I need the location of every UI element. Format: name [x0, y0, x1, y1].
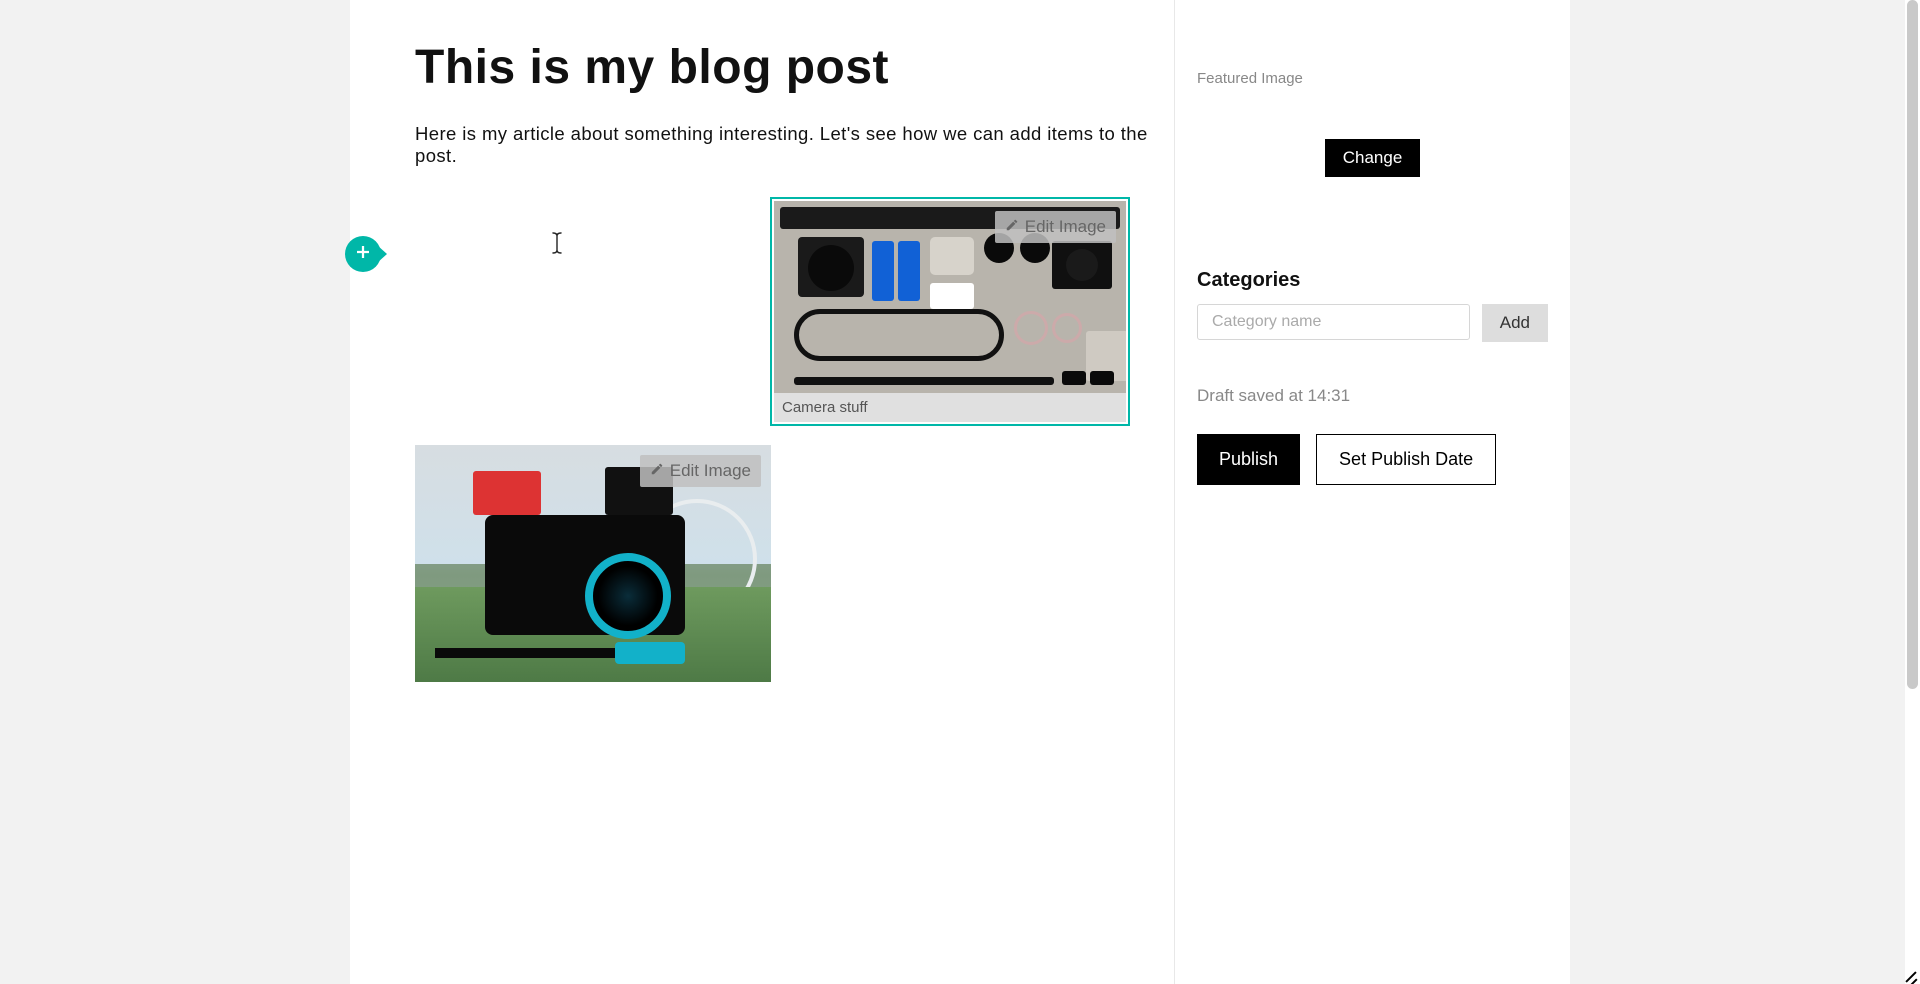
category-name-input[interactable] — [1197, 304, 1470, 340]
publish-button[interactable]: Publish — [1197, 434, 1300, 485]
main-content-column: This is my blog post Here is my article … — [350, 0, 1175, 984]
scrollbar-track[interactable] — [1905, 0, 1920, 984]
add-category-button[interactable]: Add — [1482, 304, 1548, 342]
editor-panel: This is my blog post Here is my article … — [350, 0, 1570, 984]
post-body-paragraph[interactable]: Here is my article about something inter… — [415, 123, 1174, 167]
edit-image-label: Edit Image — [670, 461, 751, 481]
change-featured-image-button[interactable]: Change — [1325, 139, 1421, 177]
sidebar: Featured Image Change Categories Add Dra… — [1175, 0, 1570, 984]
pencil-icon — [1005, 217, 1019, 237]
image-block-camera-rig[interactable]: Edit Image — [415, 445, 771, 682]
image-block-selected[interactable]: Edit Image Camera stuff — [770, 197, 1130, 426]
plus-icon — [354, 243, 372, 266]
edit-image-button[interactable]: Edit Image — [640, 455, 761, 487]
featured-image-label: Featured Image — [1197, 70, 1548, 87]
post-title[interactable]: This is my blog post — [415, 40, 1174, 95]
draft-saved-status: Draft saved at 14:31 — [1197, 386, 1548, 406]
set-publish-date-button[interactable]: Set Publish Date — [1316, 434, 1496, 485]
add-block-button[interactable] — [345, 236, 381, 272]
scrollbar-thumb[interactable] — [1907, 0, 1918, 689]
content-edit-area[interactable]: Edit Image Camera stuff — [415, 197, 1174, 677]
window-resize-handle-icon[interactable] — [1902, 966, 1920, 984]
edit-image-button[interactable]: Edit Image — [995, 211, 1116, 243]
image-camera-gear[interactable]: Edit Image — [774, 201, 1126, 393]
image-caption-input[interactable]: Camera stuff — [774, 393, 1126, 422]
featured-image-area: Change — [1197, 139, 1548, 177]
categories-heading: Categories — [1197, 269, 1548, 292]
publish-actions: Publish Set Publish Date — [1197, 434, 1548, 485]
edit-image-label: Edit Image — [1025, 217, 1106, 237]
text-cursor-icon — [551, 232, 563, 260]
pencil-icon — [650, 461, 664, 481]
category-add-row: Add — [1197, 304, 1548, 342]
